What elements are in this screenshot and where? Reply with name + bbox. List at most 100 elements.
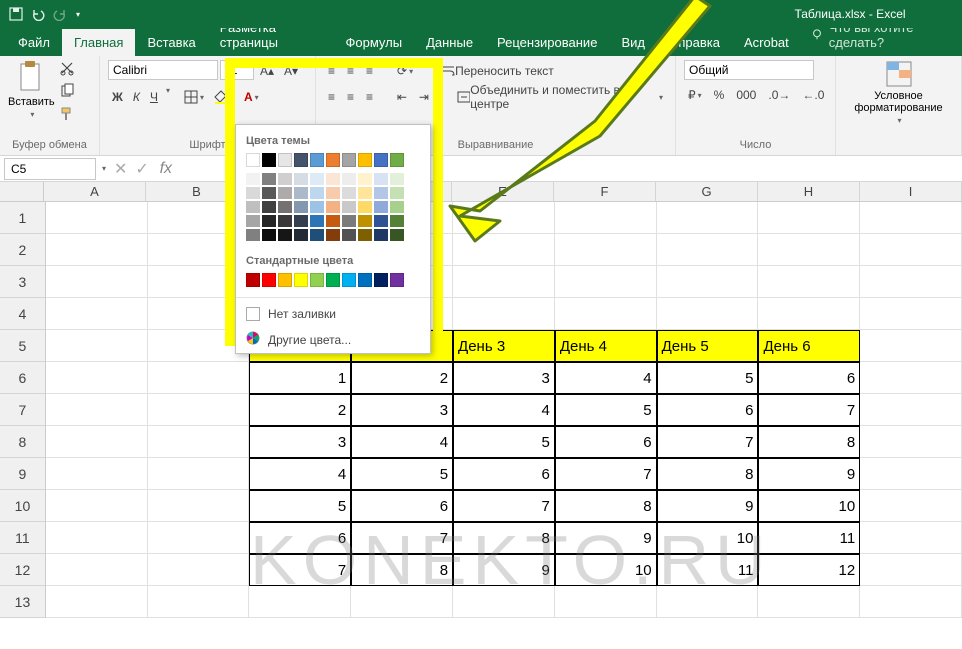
- paste-button[interactable]: Вставить ▾: [8, 60, 55, 119]
- cell[interactable]: 7: [453, 490, 555, 522]
- cell[interactable]: [860, 266, 962, 298]
- color-swatch[interactable]: [358, 153, 372, 167]
- row-header[interactable]: 10: [0, 490, 46, 522]
- color-swatch[interactable]: [310, 153, 324, 167]
- undo-icon[interactable]: [30, 6, 46, 22]
- cell[interactable]: [148, 362, 250, 394]
- color-swatch[interactable]: [294, 215, 308, 227]
- cell[interactable]: [148, 554, 250, 586]
- color-swatch[interactable]: [278, 273, 292, 287]
- cell[interactable]: 6: [249, 522, 351, 554]
- cell[interactable]: 1: [249, 362, 351, 394]
- color-swatch[interactable]: [262, 229, 276, 241]
- color-swatch[interactable]: [374, 201, 388, 213]
- number-format-select[interactable]: [684, 60, 814, 80]
- cell[interactable]: [46, 202, 148, 234]
- color-swatch[interactable]: [326, 173, 340, 185]
- confirm-formula-icon[interactable]: ✓: [135, 159, 148, 179]
- color-swatch[interactable]: [246, 187, 260, 199]
- cell[interactable]: 11: [758, 522, 860, 554]
- wrap-text-button[interactable]: Переносить текст: [437, 60, 558, 82]
- cell[interactable]: [657, 234, 759, 266]
- cell[interactable]: 6: [758, 362, 860, 394]
- column-header[interactable]: I: [860, 182, 962, 202]
- cell[interactable]: 5: [453, 426, 555, 458]
- tab-acrobat[interactable]: Acrobat: [732, 29, 801, 56]
- color-swatch[interactable]: [374, 187, 388, 199]
- color-swatch[interactable]: [246, 173, 260, 185]
- color-swatch[interactable]: [310, 201, 324, 213]
- cell[interactable]: [758, 234, 860, 266]
- tab-home[interactable]: Главная: [62, 29, 135, 56]
- color-swatch[interactable]: [358, 273, 372, 287]
- color-swatch[interactable]: [390, 229, 404, 241]
- cell[interactable]: 12: [758, 554, 860, 586]
- color-swatch[interactable]: [358, 215, 372, 227]
- increase-indent-icon[interactable]: ⇥: [415, 86, 433, 108]
- color-swatch[interactable]: [246, 229, 260, 241]
- cell[interactable]: [657, 586, 759, 618]
- cell[interactable]: 7: [249, 554, 351, 586]
- cell[interactable]: 8: [453, 522, 555, 554]
- cell[interactable]: [453, 298, 555, 330]
- row-header[interactable]: 13: [0, 586, 46, 618]
- cell[interactable]: 2: [351, 362, 453, 394]
- font-size-input[interactable]: [220, 60, 254, 80]
- cell[interactable]: 8: [555, 490, 657, 522]
- cell[interactable]: [860, 554, 962, 586]
- cell[interactable]: [148, 394, 250, 426]
- percent-format-icon[interactable]: %: [710, 84, 729, 106]
- qat-customize-icon[interactable]: ▾: [76, 10, 80, 19]
- cell[interactable]: [46, 522, 148, 554]
- row-header[interactable]: 12: [0, 554, 46, 586]
- cell[interactable]: [46, 266, 148, 298]
- row-header[interactable]: 4: [0, 298, 46, 330]
- tab-help[interactable]: Справка: [657, 29, 732, 56]
- cell[interactable]: 10: [555, 554, 657, 586]
- no-fill-menuitem[interactable]: Нет заливки: [236, 302, 430, 326]
- cell[interactable]: [555, 202, 657, 234]
- accounting-format-icon[interactable]: ₽▾: [684, 84, 706, 106]
- cell[interactable]: 4: [555, 362, 657, 394]
- increase-decimal-icon[interactable]: .0→: [764, 84, 794, 106]
- color-swatch[interactable]: [326, 215, 340, 227]
- cell[interactable]: [860, 458, 962, 490]
- cell[interactable]: [758, 266, 860, 298]
- cell[interactable]: [46, 458, 148, 490]
- cell[interactable]: [860, 426, 962, 458]
- tab-insert[interactable]: Вставка: [135, 29, 207, 56]
- column-header[interactable]: H: [758, 182, 860, 202]
- color-swatch[interactable]: [374, 273, 388, 287]
- color-swatch[interactable]: [278, 187, 292, 199]
- copy-icon[interactable]: [59, 83, 75, 104]
- color-swatch[interactable]: [342, 173, 356, 185]
- cell[interactable]: День 4: [555, 330, 657, 362]
- color-swatch[interactable]: [326, 153, 340, 167]
- color-swatch[interactable]: [262, 201, 276, 213]
- color-swatch[interactable]: [326, 273, 340, 287]
- color-swatch[interactable]: [342, 201, 356, 213]
- cell[interactable]: 3: [249, 426, 351, 458]
- cell[interactable]: 5: [351, 458, 453, 490]
- color-swatch[interactable]: [278, 229, 292, 241]
- decrease-indent-icon[interactable]: ⇤: [393, 86, 411, 108]
- color-swatch[interactable]: [246, 215, 260, 227]
- color-swatch[interactable]: [310, 215, 324, 227]
- color-swatch[interactable]: [246, 273, 260, 287]
- cell[interactable]: [860, 202, 962, 234]
- column-header[interactable]: A: [44, 182, 146, 202]
- color-swatch[interactable]: [262, 187, 276, 199]
- cell[interactable]: [46, 586, 148, 618]
- cell[interactable]: [657, 202, 759, 234]
- cell[interactable]: 9: [453, 554, 555, 586]
- color-swatch[interactable]: [262, 153, 276, 167]
- name-box[interactable]: [4, 158, 96, 180]
- cell[interactable]: 6: [351, 490, 453, 522]
- conditional-formatting-button[interactable]: Условное форматирование ▾: [844, 60, 953, 125]
- cut-icon[interactable]: [59, 60, 75, 81]
- cell[interactable]: [46, 362, 148, 394]
- cell[interactable]: [351, 586, 453, 618]
- row-header[interactable]: 7: [0, 394, 46, 426]
- cell[interactable]: 11: [657, 554, 759, 586]
- row-header[interactable]: 1: [0, 202, 46, 234]
